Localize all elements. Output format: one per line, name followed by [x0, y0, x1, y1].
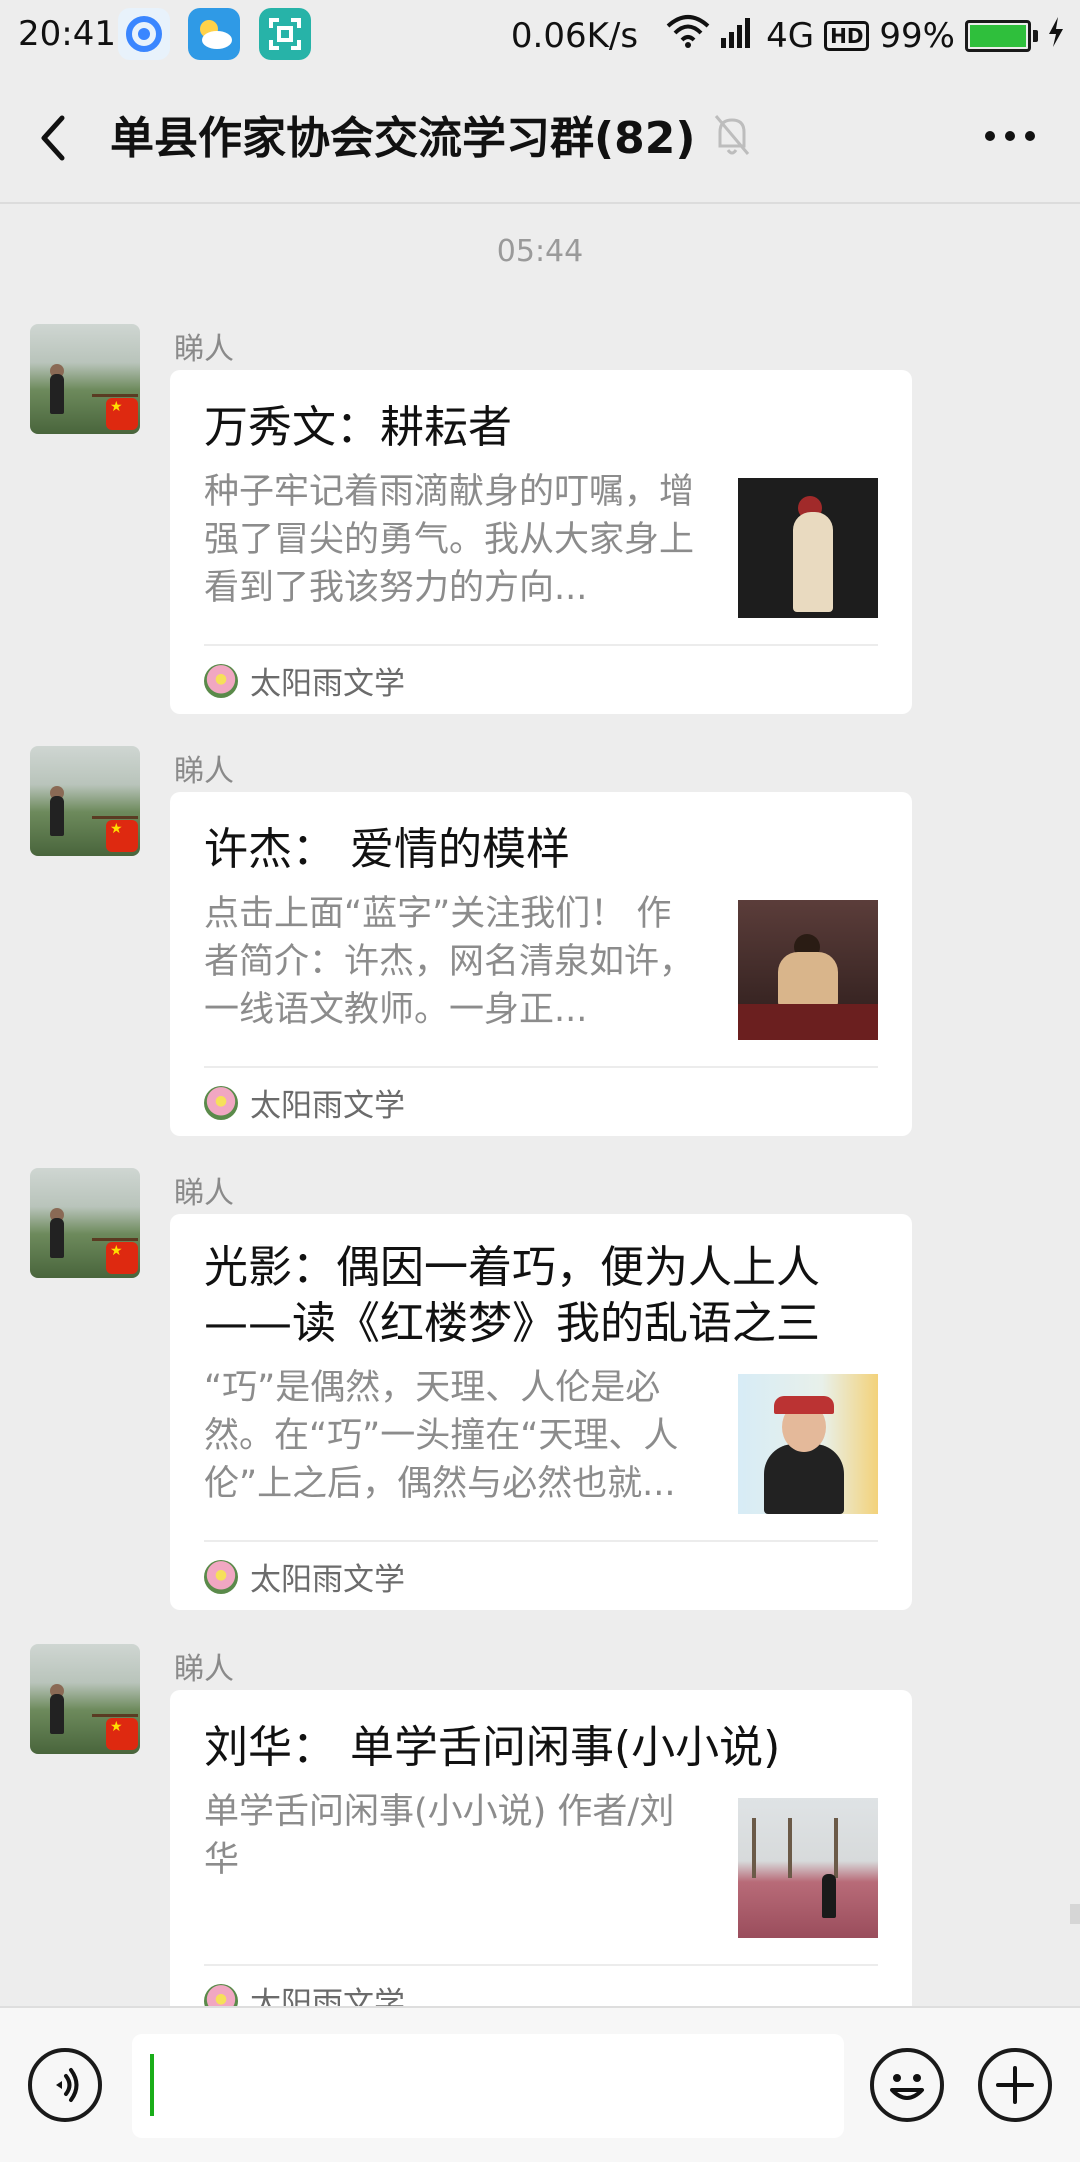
flag-icon — [106, 820, 138, 852]
source-name: 太阳雨文学 — [250, 1562, 405, 1598]
article-thumbnail — [738, 1798, 878, 1938]
text-caret — [150, 2054, 154, 2116]
source-logo-icon — [204, 1559, 238, 1594]
source-name: 太阳雨文学 — [250, 1986, 405, 2006]
chat-message: 睇人 光影：偶因一着巧，便为人上人 ——读《红楼梦》我的乱语之三 “巧”是偶然，… — [0, 1164, 1080, 1614]
network-type: 4G — [766, 15, 815, 56]
article-desc: 种子牢记着雨滴献身的叮嘱，增强了冒尖的勇气。我从大家身上看到了我该努力的方向..… — [204, 472, 695, 608]
battery-percent: 99% — [879, 15, 955, 56]
hd-badge: HD — [824, 20, 870, 51]
app-icon — [118, 8, 170, 60]
source-logo-icon — [204, 663, 238, 698]
chat-message: 睇人 刘华： 单学舌问闲事(小小说) 单学舌问闲事(小小说) 作者/刘华 太阳雨… — [0, 1640, 1080, 2006]
card-divider — [204, 1964, 878, 1966]
article-card[interactable]: 刘华： 单学舌问闲事(小小说) 单学舌问闲事(小小说) 作者/刘华 太阳雨文学 — [170, 1690, 912, 2006]
article-card[interactable]: 万秀文：耕耘者 种子牢记着雨滴献身的叮嘱，增强了冒尖的勇气。我从大家身上看到了我… — [170, 370, 912, 714]
nav-bar: 单县作家协会交流学习群(82) — [0, 72, 1080, 204]
source-name: 太阳雨文学 — [250, 666, 405, 702]
net-speed: 0.06K/s — [510, 15, 639, 56]
sender-name: 睇人 — [174, 332, 234, 367]
scan-icon — [259, 8, 311, 60]
card-divider — [204, 1540, 878, 1542]
article-source: 太阳雨文学 — [204, 1554, 405, 1599]
battery-cap — [1033, 29, 1038, 42]
flag-icon — [106, 398, 138, 430]
article-thumbnail — [738, 900, 878, 1040]
status-time: 20:41 — [18, 14, 116, 54]
article-title: 刘华： 单学舌问闲事(小小说) — [204, 1722, 781, 1773]
article-source: 太阳雨文学 — [204, 1080, 405, 1125]
status-bar: 20:41 0.06K/s 4G HD 99% — [0, 0, 1080, 72]
source-logo-icon — [204, 1085, 238, 1120]
flag-icon — [106, 1718, 138, 1750]
article-card[interactable]: 许杰： 爱情的模样 点击上面“蓝字”关注我们！ 作者简介：许杰，网名清泉如许，一… — [170, 792, 912, 1136]
mute-bell-icon — [712, 112, 752, 158]
message-input[interactable] — [132, 2034, 844, 2138]
article-desc: 单学舌问闲事(小小说) 作者/刘华 — [204, 1792, 675, 1880]
scrollbar[interactable] — [1070, 1904, 1080, 1924]
article-thumbnail — [738, 1374, 878, 1514]
article-title: 万秀文：耕耘者 — [204, 402, 512, 453]
flag-icon — [106, 1242, 138, 1274]
article-card[interactable]: 光影：偶因一着巧，便为人上人 ——读《红楼梦》我的乱语之三 “巧”是偶然，天理、… — [170, 1214, 912, 1610]
signal-icon — [720, 14, 756, 57]
weather-icon — [188, 8, 240, 60]
article-source: 太阳雨文学 — [204, 658, 405, 703]
sender-name: 睇人 — [174, 1652, 234, 1687]
article-source: 太阳雨文学 — [204, 1978, 405, 2006]
chat-message: 睇人 许杰： 爱情的模样 点击上面“蓝字”关注我们！ 作者简介：许杰，网名清泉如… — [0, 742, 1080, 1142]
source-logo-icon — [204, 1983, 238, 2006]
input-bar — [0, 2006, 1080, 2162]
emoji-icon[interactable] — [870, 2048, 944, 2122]
time-divider: 05:44 — [496, 234, 584, 269]
sender-name: 睇人 — [174, 754, 234, 789]
chat-title[interactable]: 单县作家协会交流学习群(82) — [110, 102, 695, 166]
voice-icon[interactable] — [28, 2048, 102, 2122]
article-desc: 点击上面“蓝字”关注我们！ 作者简介：许杰，网名清泉如许，一线语文教师。一身正.… — [204, 894, 695, 1030]
article-thumbnail — [738, 478, 878, 618]
sender-name: 睇人 — [174, 1176, 234, 1211]
card-divider — [204, 644, 878, 646]
source-name: 太阳雨文学 — [250, 1088, 405, 1124]
more-icon[interactable] — [980, 116, 1040, 156]
chat-message: 睇人 万秀文：耕耘者 种子牢记着雨滴献身的叮嘱，增强了冒尖的勇气。我从大家身上看… — [0, 320, 1080, 720]
charging-icon — [1048, 16, 1064, 56]
wifi-icon — [666, 14, 710, 57]
article-title: 许杰： 爱情的模样 — [204, 824, 570, 875]
card-divider — [204, 1066, 878, 1068]
article-title: 光影：偶因一着巧，便为人上人 ——读《红楼梦》我的乱语之三 — [204, 1242, 820, 1349]
battery-icon — [965, 19, 1031, 52]
plus-icon[interactable] — [978, 2048, 1052, 2122]
back-icon[interactable] — [30, 108, 80, 168]
article-desc: “巧”是偶然，天理、人伦是必然。在“巧”一头撞在“天理、人伦”上之后，偶然与必然… — [204, 1368, 679, 1504]
